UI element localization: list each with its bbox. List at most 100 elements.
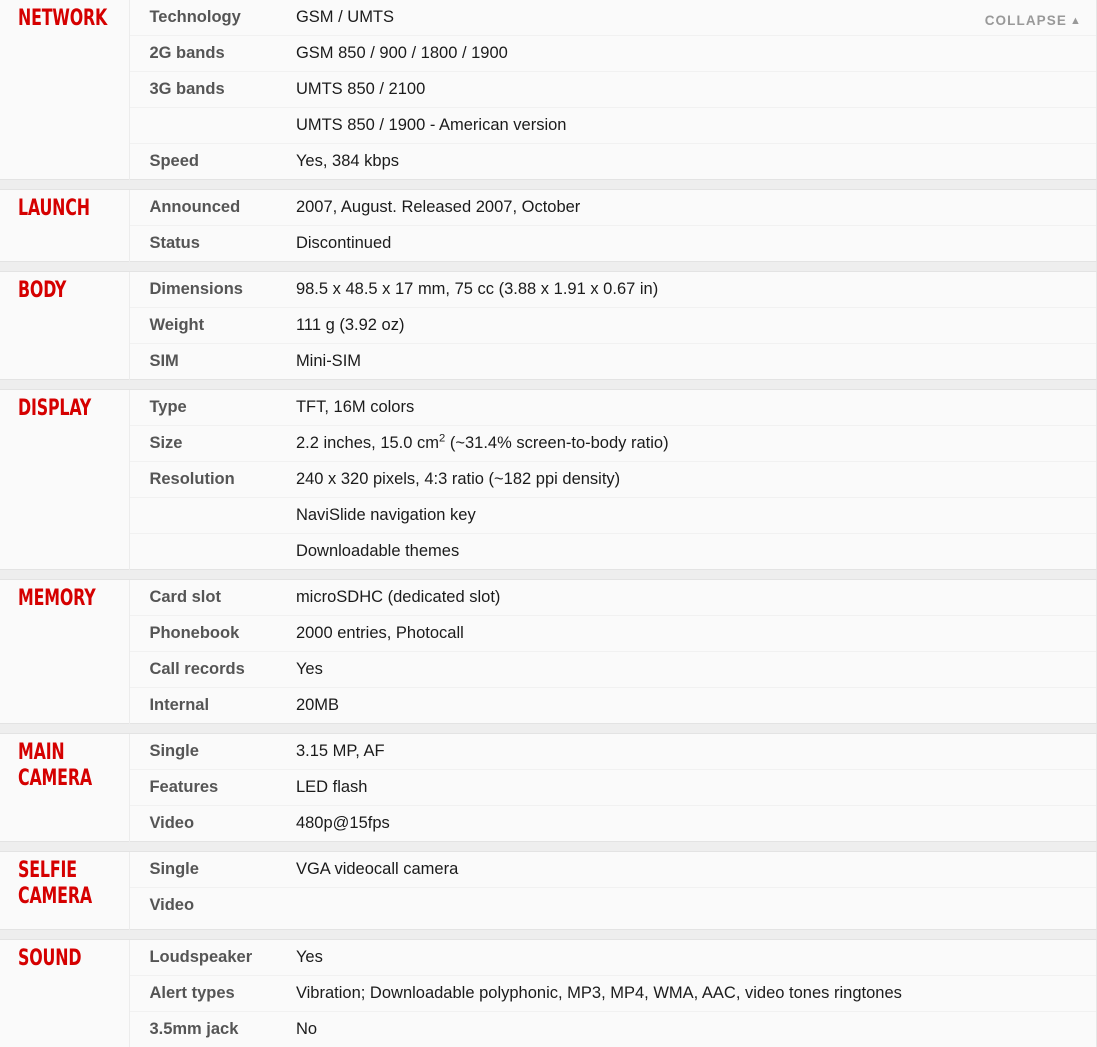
spec-label: Phonebook [130, 616, 296, 652]
spec-value: GSM 850 / 900 / 1800 / 1900 [296, 36, 1096, 72]
section-separator [0, 262, 1097, 272]
section-header-memory: MEMORY [0, 580, 130, 724]
spec-row: Resolution240 x 320 pixels, 4:3 ratio (~… [0, 462, 1097, 498]
spec-value: No [296, 1012, 1096, 1047]
section-title-label: LAUNCH [18, 196, 107, 222]
spec-value: VGA videocall camera [296, 852, 1096, 888]
spec-row: SOUND LoudspeakerYes [0, 940, 1097, 976]
spec-value: LED flash [296, 770, 1096, 806]
spec-row: Internal20MB [0, 688, 1097, 724]
collapse-cell: COLLAPSE▲ [1096, 0, 1097, 180]
section-title-label: SOUND [18, 946, 107, 972]
section-title-label: SELFIE CAMERA [18, 858, 107, 910]
spec-row: Downloadable themes [0, 534, 1097, 570]
spec-row: Video [0, 888, 1097, 930]
spec-label: Single [130, 734, 296, 770]
spec-label [130, 534, 296, 570]
spec-value: UMTS 850 / 1900 - American version [296, 108, 1096, 144]
section-separator [0, 842, 1097, 852]
spec-label: Features [130, 770, 296, 806]
spec-label: Weight [130, 308, 296, 344]
section-separator-band [0, 380, 1097, 390]
spec-label: SIM [130, 344, 296, 380]
spec-value: 111 g (3.92 oz) [296, 308, 1096, 344]
spec-label [130, 498, 296, 534]
spec-value: 480p@15fps [296, 806, 1096, 842]
section-header-body: BODY [0, 272, 130, 380]
spec-row: Size2.2 inches, 15.0 cm2 (~31.4% screen-… [0, 426, 1097, 462]
spec-row: MAIN CAMERASingle3.15 MP, AF [0, 734, 1097, 770]
spec-value: Discontinued [296, 226, 1096, 262]
spec-value: Downloadable themes [296, 534, 1096, 570]
spec-value: NaviSlide navigation key [296, 498, 1096, 534]
section-title-label: DISPLAY [18, 396, 107, 422]
spec-value: Mini-SIM [296, 344, 1096, 380]
section-header-network: NETWORK [0, 0, 130, 180]
spec-value: 240 x 320 pixels, 4:3 ratio (~182 ppi de… [296, 462, 1096, 498]
spec-label: Internal [130, 688, 296, 724]
spec-row: Weight111 g (3.92 oz) [0, 308, 1097, 344]
spec-row: 2G bandsGSM 850 / 900 / 1800 / 1900 [0, 36, 1097, 72]
spec-value: Yes [296, 940, 1096, 976]
spec-label: Size [130, 426, 296, 462]
spec-row: 3G bandsUMTS 850 / 2100 [0, 72, 1097, 108]
spec-label: Announced [130, 190, 296, 226]
spec-label: Call records [130, 652, 296, 688]
spec-row: Video480p@15fps [0, 806, 1097, 842]
spec-value: 2.2 inches, 15.0 cm2 (~31.4% screen-to-b… [296, 426, 1096, 462]
section-header-main-camera: MAIN CAMERA [0, 734, 130, 842]
spec-label: Card slot [130, 580, 296, 616]
section-header-sound: SOUND [0, 940, 130, 1047]
spec-value-empty [296, 888, 1096, 930]
section-separator-band [0, 262, 1097, 272]
spec-label: Single [130, 852, 296, 888]
spec-row: FeaturesLED flash [0, 770, 1097, 806]
section-separator [0, 724, 1097, 734]
spec-row: MEMORYCard slotmicroSDHC (dedicated slot… [0, 580, 1097, 616]
spec-value: 2000 entries, Photocall [296, 616, 1096, 652]
spec-row: NaviSlide navigation key [0, 498, 1097, 534]
spec-value: 2007, August. Released 2007, October [296, 190, 1096, 226]
spec-label: Alert types [130, 976, 296, 1012]
spec-label: Video [130, 806, 296, 842]
collapse-button[interactable]: COLLAPSE▲ [985, 13, 1082, 28]
spec-row: StatusDiscontinued [0, 226, 1097, 262]
spec-label: 2G bands [130, 36, 296, 72]
spec-label: Type [130, 390, 296, 426]
phone-specifications-table: NETWORKTechnologyGSM / UMTSCOLLAPSE▲2G b… [0, 0, 1097, 1047]
section-separator [0, 380, 1097, 390]
spec-row: Alert typesVibration; Downloadable polyp… [0, 976, 1097, 1012]
section-title-label: MEMORY [18, 586, 107, 612]
section-separator [0, 930, 1097, 940]
spec-label: 3G bands [130, 72, 296, 108]
spec-row: Phonebook2000 entries, Photocall [0, 616, 1097, 652]
triangle-up-icon: ▲ [1070, 15, 1082, 27]
spec-value-text-tail: (~31.4% screen-to-body ratio) [445, 434, 668, 452]
spec-label: Loudspeaker [130, 940, 296, 976]
spec-row: SIMMini-SIM [0, 344, 1097, 380]
section-title-label: BODY [18, 278, 107, 304]
spec-label: Technology [130, 0, 296, 36]
spec-row: UMTS 850 / 1900 - American version [0, 108, 1097, 144]
section-title-label: NETWORK [18, 6, 107, 32]
spec-value: TFT, 16M colors [296, 390, 1096, 426]
spec-value: Vibration; Downloadable polyphonic, MP3,… [296, 976, 1096, 1012]
spec-label: Dimensions [130, 272, 296, 308]
section-header-launch: LAUNCH [0, 190, 130, 262]
spec-label [130, 108, 296, 144]
section-header-display: DISPLAY [0, 390, 130, 570]
spec-value: UMTS 850 / 2100 [296, 72, 1096, 108]
spec-row: NETWORKTechnologyGSM / UMTSCOLLAPSE▲ [0, 0, 1097, 36]
spec-value: 20MB [296, 688, 1096, 724]
section-separator [0, 180, 1097, 190]
section-separator-band [0, 842, 1097, 852]
section-separator [0, 570, 1097, 580]
spec-value-text: 2.2 inches, 15.0 cm [296, 434, 439, 452]
spec-row: SpeedYes, 384 kbps [0, 144, 1097, 180]
spec-value: Yes, 384 kbps [296, 144, 1096, 180]
spec-label: Video [130, 888, 296, 930]
collapse-label: COLLAPSE [985, 13, 1067, 28]
spec-row: Call recordsYes [0, 652, 1097, 688]
spec-row: BODYDimensions98.5 x 48.5 x 17 mm, 75 cc… [0, 272, 1097, 308]
section-separator-band [0, 930, 1097, 940]
